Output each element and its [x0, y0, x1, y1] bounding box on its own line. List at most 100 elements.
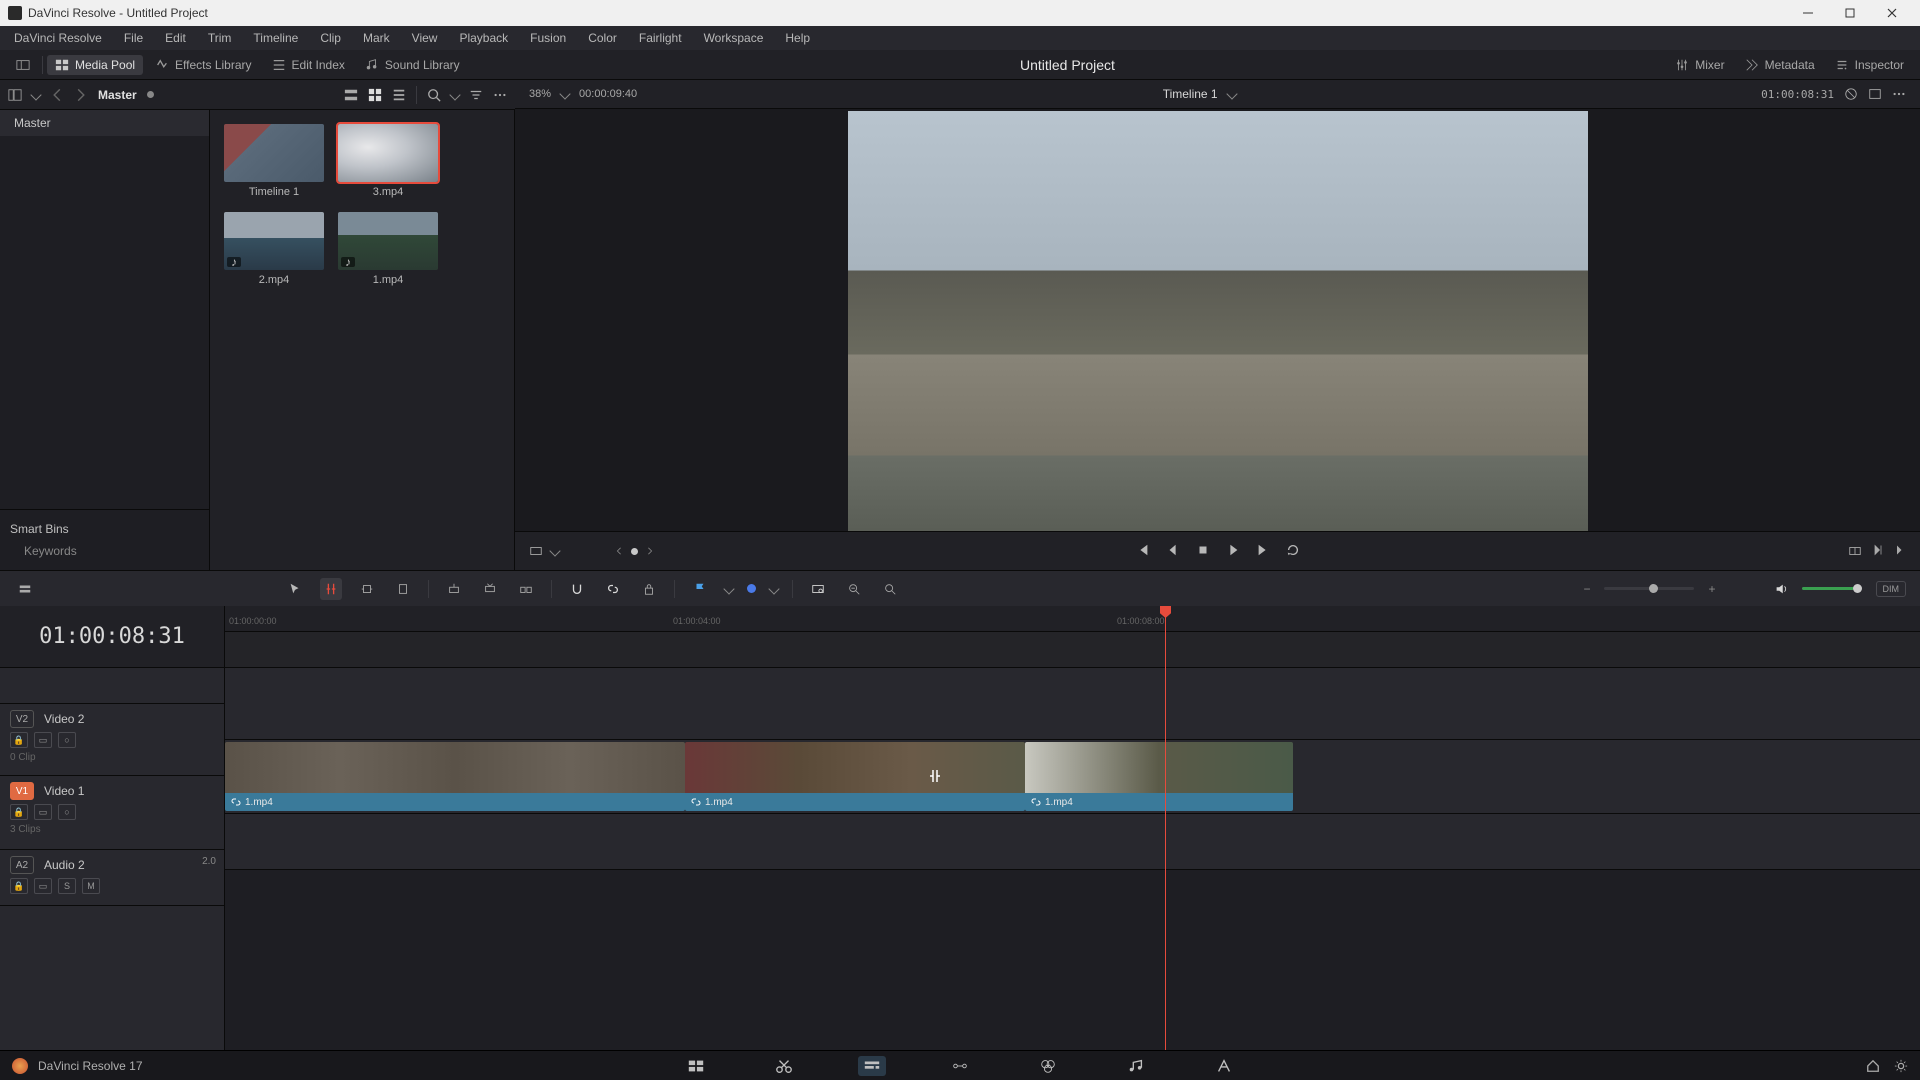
track-tag-a2[interactable]: A2	[10, 856, 34, 874]
menu-view[interactable]: View	[402, 28, 448, 48]
link-toggle-icon[interactable]	[602, 578, 624, 600]
menu-timeline[interactable]: Timeline	[243, 28, 308, 48]
flag-icon[interactable]	[689, 578, 711, 600]
detail-zoom-icon[interactable]	[843, 578, 865, 600]
menu-mark[interactable]: Mark	[353, 28, 400, 48]
track-arm-icon[interactable]: ▭	[34, 878, 52, 894]
track-header-v1[interactable]: V1Video 1 🔒▭○ 3 Clips	[0, 776, 224, 850]
trim-tool-icon[interactable]	[320, 578, 342, 600]
custom-zoom-icon[interactable]	[879, 578, 901, 600]
volume-slider[interactable]	[1802, 587, 1862, 590]
timeline-select-chevron[interactable]	[1226, 88, 1237, 99]
home-button-icon[interactable]	[1866, 1059, 1880, 1073]
dim-button[interactable]: DIM	[1876, 581, 1907, 597]
play-button[interactable]	[1226, 543, 1240, 560]
timeline-ruler[interactable]: 01:00:00:00 01:00:04:00 01:00:08:00	[225, 606, 1920, 632]
deliver-page-button[interactable]	[1210, 1056, 1238, 1076]
window-maximize-button[interactable]	[1830, 1, 1870, 25]
cut-page-button[interactable]	[770, 1056, 798, 1076]
menu-trim[interactable]: Trim	[198, 28, 242, 48]
track-lock-icon[interactable]: 🔒	[10, 804, 28, 820]
match-frame-next-icon[interactable]	[646, 547, 654, 555]
window-minimize-button[interactable]	[1788, 1, 1828, 25]
edit-page-button[interactable]	[858, 1056, 886, 1076]
track-lane-a2[interactable]	[225, 814, 1920, 870]
zoom-to-fit-icon[interactable]	[807, 578, 829, 600]
position-lock-icon[interactable]	[638, 578, 660, 600]
media-page-button[interactable]	[682, 1056, 710, 1076]
track-lane-v1[interactable]: 1.mp4 1.mp4 1.mp4	[225, 740, 1920, 814]
stop-button[interactable]	[1196, 543, 1210, 560]
menu-fusion[interactable]: Fusion	[520, 28, 576, 48]
chevron-down-icon[interactable]	[30, 89, 41, 100]
timeline-view-options-icon[interactable]	[14, 578, 36, 600]
track-lock-icon[interactable]: 🔒	[10, 732, 28, 748]
viewer-preview[interactable]	[848, 111, 1588, 531]
media-clip-2mp4[interactable]: ♪ 2.mp4	[224, 212, 324, 286]
menu-fairlight[interactable]: Fairlight	[629, 28, 692, 48]
grid-view-icon[interactable]	[368, 88, 382, 102]
fairlight-page-button[interactable]	[1122, 1056, 1150, 1076]
viewer-zoom-percent[interactable]: 38%	[529, 88, 551, 100]
match-frame-prev-icon[interactable]	[615, 547, 623, 555]
overwrite-clip-icon[interactable]	[479, 578, 501, 600]
viewer-mode-chevron[interactable]	[549, 545, 560, 556]
metadata-toggle[interactable]: Metadata	[1737, 55, 1823, 75]
loop-button[interactable]	[1286, 543, 1300, 560]
bypass-grades-icon[interactable]	[1844, 87, 1858, 101]
project-settings-icon[interactable]	[1894, 1059, 1908, 1073]
zoom-slider[interactable]	[1604, 587, 1694, 590]
media-clip-3mp4[interactable]: 3.mp4	[338, 124, 438, 198]
track-mute-icon[interactable]: M	[82, 878, 100, 894]
track-header-a2[interactable]: 2.0 A2Audio 2 🔒▭SM	[0, 850, 224, 906]
zoom-chevron-icon[interactable]	[559, 88, 570, 99]
track-lane-v2[interactable]	[225, 668, 1920, 740]
inspector-toggle[interactable]: Inspector	[1827, 55, 1912, 75]
media-clip-timeline1[interactable]: Timeline 1	[224, 124, 324, 198]
color-page-button[interactable]	[1034, 1056, 1062, 1076]
blade-tool-icon[interactable]	[392, 578, 414, 600]
match-frame-icon[interactable]	[1848, 544, 1862, 558]
nav-back-icon[interactable]	[50, 88, 64, 102]
menu-clip[interactable]: Clip	[310, 28, 351, 48]
track-lock-icon[interactable]: 🔒	[10, 878, 28, 894]
snap-toggle-icon[interactable]	[566, 578, 588, 600]
edit-index-toggle[interactable]: Edit Index	[264, 55, 353, 75]
track-disable-icon[interactable]: ○	[58, 804, 76, 820]
menu-playback[interactable]: Playback	[449, 28, 518, 48]
last-edit-button[interactable]	[1894, 544, 1906, 559]
next-edit-button[interactable]	[1872, 544, 1884, 559]
window-close-button[interactable]	[1872, 1, 1912, 25]
marker-color-chevron[interactable]	[768, 583, 779, 594]
timeline-clip[interactable]: 1.mp4	[225, 742, 685, 811]
timeline-name[interactable]: Timeline 1	[1163, 87, 1218, 101]
timeline-timecode-display[interactable]: 01:00:08:31	[0, 606, 224, 668]
search-icon[interactable]	[427, 88, 441, 102]
track-header-v2[interactable]: V2Video 2 🔒▭○ 0 Clip	[0, 704, 224, 776]
single-viewer-icon[interactable]	[1868, 87, 1882, 101]
viewer-timecode[interactable]: 01:00:08:31	[1761, 88, 1834, 101]
insert-clip-icon[interactable]	[443, 578, 465, 600]
menu-edit[interactable]: Edit	[155, 28, 196, 48]
selection-tool-icon[interactable]	[284, 578, 306, 600]
fusion-page-button[interactable]	[946, 1056, 974, 1076]
thumbnail-view-icon[interactable]	[344, 88, 358, 102]
step-back-button[interactable]	[1166, 543, 1180, 560]
flag-color-chevron[interactable]	[723, 583, 734, 594]
smart-bins-header[interactable]: Smart Bins	[10, 518, 199, 540]
track-disable-icon[interactable]: ○	[58, 732, 76, 748]
bin-master[interactable]: Master	[0, 110, 209, 136]
track-auto-select-icon[interactable]: ▭	[34, 732, 52, 748]
playhead[interactable]	[1165, 606, 1166, 1050]
replace-clip-icon[interactable]	[515, 578, 537, 600]
bin-list-toggle-icon[interactable]	[8, 88, 22, 102]
media-pool-toggle[interactable]: Media Pool	[47, 55, 143, 75]
viewer-mode-icon[interactable]	[529, 544, 543, 558]
dynamic-trim-icon[interactable]	[356, 578, 378, 600]
track-auto-select-icon[interactable]: ▭	[34, 804, 52, 820]
smart-bin-keywords[interactable]: Keywords	[10, 540, 199, 562]
list-view-icon[interactable]	[392, 88, 406, 102]
zoom-out-button[interactable]: −	[1583, 582, 1590, 596]
menu-help[interactable]: Help	[775, 28, 820, 48]
menu-workspace[interactable]: Workspace	[694, 28, 774, 48]
